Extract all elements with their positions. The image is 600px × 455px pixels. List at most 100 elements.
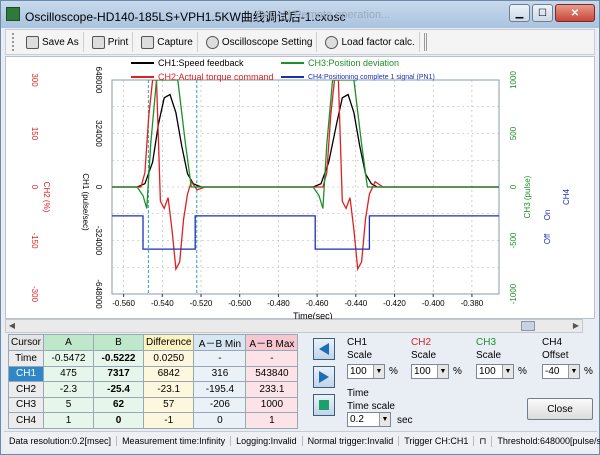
osc-setting-label: Oscilloscope Setting bbox=[221, 36, 313, 48]
row-label-ch2[interactable]: CH2 bbox=[7, 381, 45, 398]
rewind-button[interactable] bbox=[313, 338, 335, 360]
close-icon: ✕ bbox=[570, 7, 580, 19]
play-button[interactable] bbox=[313, 366, 335, 388]
time-min: - bbox=[193, 350, 247, 367]
close-button[interactable]: Close bbox=[527, 398, 593, 420]
stop-button[interactable] bbox=[313, 394, 335, 416]
ch4-off-label: Off bbox=[543, 233, 552, 244]
x-tick-label: -0.400 bbox=[422, 299, 445, 308]
toolbar-end-grip bbox=[423, 33, 430, 51]
ch4-b: 0 bbox=[93, 412, 145, 429]
table-row[interactable]: CH4 1 0 -1 0 1 bbox=[7, 412, 299, 429]
oscilloscope-setting-button[interactable]: Oscilloscope Setting bbox=[202, 32, 318, 52]
ch2-axis-label: CH2 (%) bbox=[42, 182, 51, 213]
legend-ch2: CH2:Actual torque command bbox=[158, 72, 274, 82]
ch4-offset-unit: % bbox=[584, 366, 593, 377]
y-tick-label: 0 bbox=[30, 185, 39, 190]
time-scale-unit: sec bbox=[397, 415, 413, 426]
ch1-diff: 6842 bbox=[143, 365, 195, 382]
scroll-right-icon[interactable]: ▶ bbox=[570, 320, 582, 332]
y-tick-label: -300 bbox=[30, 286, 39, 303]
table-row[interactable]: CH1 475 7317 6842 316 543840 bbox=[7, 365, 299, 382]
ch4-offset-sublabel: Offset bbox=[542, 350, 569, 361]
scrollbar-thumb[interactable] bbox=[521, 321, 535, 331]
scroll-left-icon[interactable]: ◀ bbox=[6, 320, 18, 332]
chevron-down-icon: ▼ bbox=[379, 413, 390, 426]
chevron-down-icon: ▼ bbox=[373, 365, 384, 378]
x-tick-label: -0.460 bbox=[306, 299, 329, 308]
status-trigger-channel: Trigger CH:CH1 bbox=[399, 436, 475, 446]
row-label-time: Time bbox=[7, 350, 45, 367]
ch1-max: 543840 bbox=[245, 365, 299, 382]
minimize-icon: ▁ bbox=[515, 7, 524, 19]
save-icon bbox=[26, 35, 39, 49]
ch1-scale-select[interactable]: 100 ▼ bbox=[347, 364, 385, 379]
table-row[interactable]: CH3 5 62 57 -206 1000 bbox=[7, 396, 299, 413]
y-tick-label: 324000 bbox=[94, 120, 103, 147]
header-difference: Difference bbox=[143, 334, 195, 351]
title-bar[interactable]: Oscilloscope-HD140-185LS+VPH1.5KW曲线调试后-1… bbox=[1, 1, 599, 28]
ch2-min: -195.4 bbox=[193, 381, 247, 398]
y-tick-label: -1000 bbox=[509, 283, 518, 304]
minimize-button[interactable]: ▁ bbox=[509, 4, 530, 22]
ch3-a: 5 bbox=[43, 396, 95, 413]
ch4-on-label: On bbox=[543, 210, 552, 221]
window-controls: ▁ ☐ ✕ bbox=[509, 4, 595, 22]
toolbar-grip[interactable] bbox=[12, 33, 18, 51]
ch3-diff: 57 bbox=[143, 396, 195, 413]
ch2-max: 233.1 bbox=[245, 381, 299, 398]
row-label-ch4[interactable]: CH4 bbox=[7, 412, 45, 429]
row-label-ch3[interactable]: CH3 bbox=[7, 396, 45, 413]
y-tick-label: -150 bbox=[30, 232, 39, 249]
gear-icon bbox=[205, 35, 219, 49]
save-as-button[interactable]: Save As bbox=[22, 32, 84, 52]
y-tick-label: 1000 bbox=[509, 71, 518, 89]
row-label-ch1[interactable]: CH1 bbox=[7, 365, 45, 382]
calculator-icon bbox=[325, 35, 339, 49]
ch3-b: 62 bbox=[93, 396, 145, 413]
ch2-scale-sublabel: Scale bbox=[411, 350, 437, 361]
time-scale-value: 0.2 bbox=[350, 414, 364, 425]
print-button[interactable]: Print bbox=[88, 32, 134, 52]
ch3-scale-sublabel: Scale bbox=[476, 350, 502, 361]
load-factor-button[interactable]: Load factor calc. bbox=[321, 32, 420, 52]
ch1-scale-title: CH1 bbox=[347, 337, 368, 348]
background-tabs: Set ... | Remote operation... bbox=[256, 9, 391, 21]
header-min: A－B Min bbox=[193, 334, 247, 351]
print-label: Print bbox=[107, 36, 129, 48]
time-diff: 0.0250 bbox=[143, 350, 195, 367]
table-row: Time -0.5472 -0.5222 0.0250 - - bbox=[7, 350, 299, 367]
x-axis-ticks: -0.560 -0.540 -0.520 -0.500 -0.480 -0.460 -0.4… bbox=[112, 294, 484, 308]
time-scrollbar[interactable]: ◀ ▶ bbox=[5, 319, 583, 333]
playback-controls bbox=[313, 338, 335, 416]
ch3-scale-select[interactable]: 100 ▼ bbox=[476, 364, 514, 379]
ch2-a: -2.3 bbox=[43, 381, 95, 398]
ch4-offset-title: CH4 bbox=[542, 337, 563, 348]
x-tick-label: -0.500 bbox=[228, 299, 251, 308]
waveform-chart[interactable]: CH1:Speed feedback CH2:Actual torque com… bbox=[6, 57, 596, 320]
capture-icon bbox=[141, 35, 155, 49]
time-scale-select[interactable]: 0.2 ▼ bbox=[347, 412, 391, 427]
legend-ch4: CH4:Positioning complete 1 signal (PN1) bbox=[308, 74, 435, 81]
time-max: - bbox=[245, 350, 299, 367]
ch2-scale-unit: % bbox=[453, 366, 462, 377]
header-max: A－B Max bbox=[245, 334, 299, 351]
ch3-max: 1000 bbox=[245, 396, 299, 413]
close-window-button[interactable]: ✕ bbox=[555, 4, 595, 22]
ch4-offset-select[interactable]: -40 ▼ bbox=[542, 364, 580, 379]
maximize-button[interactable]: ☐ bbox=[532, 4, 553, 22]
status-bar: Data resolution:0.2[msec] Measurement ti… bbox=[4, 431, 600, 450]
x-tick-label: -0.540 bbox=[151, 299, 174, 308]
ch2-scale-select[interactable]: 100 ▼ bbox=[411, 364, 449, 379]
table-row[interactable]: CH2 -2.3 -25.4 -23.1 -195.4 233.1 bbox=[7, 381, 299, 398]
waveform-plot[interactable]: CH1:Speed feedback CH2:Actual torque com… bbox=[5, 56, 596, 320]
rewind-icon bbox=[319, 343, 329, 355]
chevron-down-icon: ▼ bbox=[568, 365, 579, 378]
header-b: B bbox=[93, 334, 145, 351]
ch2-b: -25.4 bbox=[93, 381, 145, 398]
y-tick-label: 500 bbox=[509, 126, 518, 140]
legend-ch3: CH3:Position deviation bbox=[308, 58, 399, 68]
ch1-scale-sublabel: Scale bbox=[347, 350, 373, 361]
ch1-scale-unit: % bbox=[389, 366, 398, 377]
capture-button[interactable]: Capture bbox=[137, 32, 198, 52]
